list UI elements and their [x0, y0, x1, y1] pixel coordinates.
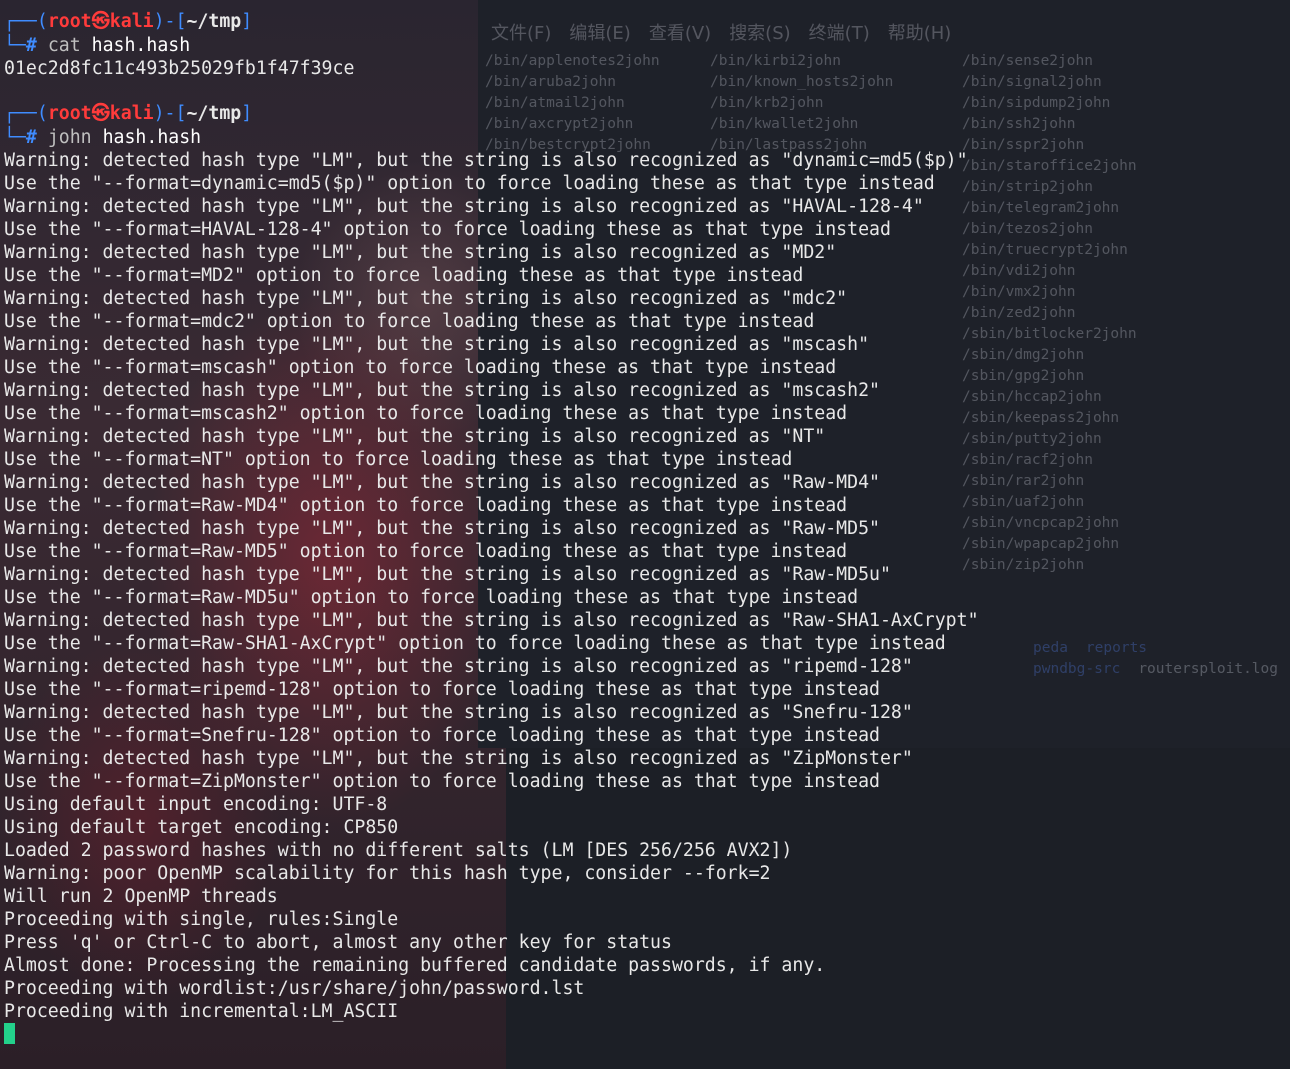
output-line: Use the "--format=Raw-SHA1-AxCrypt" opti…: [4, 633, 946, 654]
output-line: Use the "--format=mscash2" option to for…: [4, 403, 848, 424]
output-line: Warning: detected hash type "LM", but th…: [4, 380, 880, 401]
output-line: Proceeding with wordlist:/usr/share/john…: [4, 978, 585, 999]
output-line: Use the "--format=MD2" option to force l…: [4, 265, 804, 286]
prompt-user: root㉿kali: [47, 103, 154, 124]
output-line: Use the "--format=ripemd-128" option to …: [4, 679, 880, 700]
output-line: Warning: detected hash type "LM", but th…: [4, 472, 880, 493]
output-line: Loaded 2 password hashes with no differe…: [4, 840, 793, 861]
output-line: Almost done: Processing the remaining bu…: [4, 955, 826, 976]
output-line: Use the "--format=mscash" option to forc…: [4, 357, 837, 378]
output-line: Use the "--format=Raw-MD5" option to for…: [4, 541, 848, 562]
output-line: Warning: detected hash type "LM", but th…: [4, 702, 913, 723]
hash-output: 01ec2d8fc11c493b25029fb1f47f39ce: [4, 58, 355, 79]
output-line: Will run 2 OpenMP threads: [4, 886, 278, 907]
output-line: Use the "--format=NT" option to force lo…: [4, 449, 793, 470]
output-line: Use the "--format=mdc2" option to force …: [4, 311, 815, 332]
output-line: Warning: detected hash type "LM", but th…: [4, 610, 979, 631]
prompt-path: ~/tmp: [186, 103, 242, 124]
output-line: Proceeding with incremental:LM_ASCII: [4, 1001, 399, 1022]
output-line: Using default target encoding: CP850: [4, 817, 399, 838]
output-line: Use the "--format=Raw-MD4" option to for…: [4, 495, 848, 516]
terminal-window[interactable]: ┌──(root㉿kali)-[~/tmp] └─# cat hash.hash…: [0, 0, 1290, 1069]
prompt-path: ~/tmp: [186, 11, 242, 32]
output-line: Warning: detected hash type "LM", but th…: [4, 564, 891, 585]
output-line: Warning: detected hash type "LM", but th…: [4, 242, 837, 263]
output-line: Use the "--format=HAVAL-128-4" option to…: [4, 219, 891, 240]
output-line: Warning: detected hash type "LM", but th…: [4, 518, 880, 539]
command-name: john: [47, 127, 92, 148]
prompt-command-line: └─# cat hash.hash: [4, 35, 191, 56]
output-line: Press 'q' or Ctrl-C to abort, almost any…: [4, 932, 672, 953]
output-line: Warning: detected hash type "LM", but th…: [4, 288, 848, 309]
prompt-command-line: └─# john hash.hash: [4, 127, 202, 148]
output-line: Use the "--format=dynamic=md5($p)" optio…: [4, 173, 935, 194]
output-line: Warning: detected hash type "LM", but th…: [4, 656, 913, 677]
output-line: Warning: detected hash type "LM", but th…: [4, 150, 968, 171]
output-line: Using default input encoding: UTF-8: [4, 794, 388, 815]
prompt-header: ┌──(root㉿kali)-[~/tmp]: [4, 11, 253, 32]
prompt-header: ┌──(root㉿kali)-[~/tmp]: [4, 103, 253, 124]
output-line: Warning: detected hash type "LM", but th…: [4, 196, 924, 217]
output-line: Use the "--format=ZipMonster" option to …: [4, 771, 880, 792]
output-line: Warning: detected hash type "LM", but th…: [4, 334, 870, 355]
output-line: Warning: detected hash type "LM", but th…: [4, 426, 826, 447]
command-arg: hash.hash: [91, 35, 191, 56]
terminal-cursor: [4, 1023, 15, 1044]
output-line: Warning: detected hash type "LM", but th…: [4, 748, 913, 769]
output-line: Use the "--format=Raw-MD5u" option to fo…: [4, 587, 859, 608]
output-line: Proceeding with single, rules:Single: [4, 909, 399, 930]
prompt-user: root㉿kali: [47, 11, 154, 32]
output-line: Use the "--format=Snefru-128" option to …: [4, 725, 880, 746]
command-arg: hash.hash: [102, 127, 202, 148]
command-name: cat: [47, 35, 81, 56]
output-line: Warning: poor OpenMP scalability for thi…: [4, 863, 771, 884]
